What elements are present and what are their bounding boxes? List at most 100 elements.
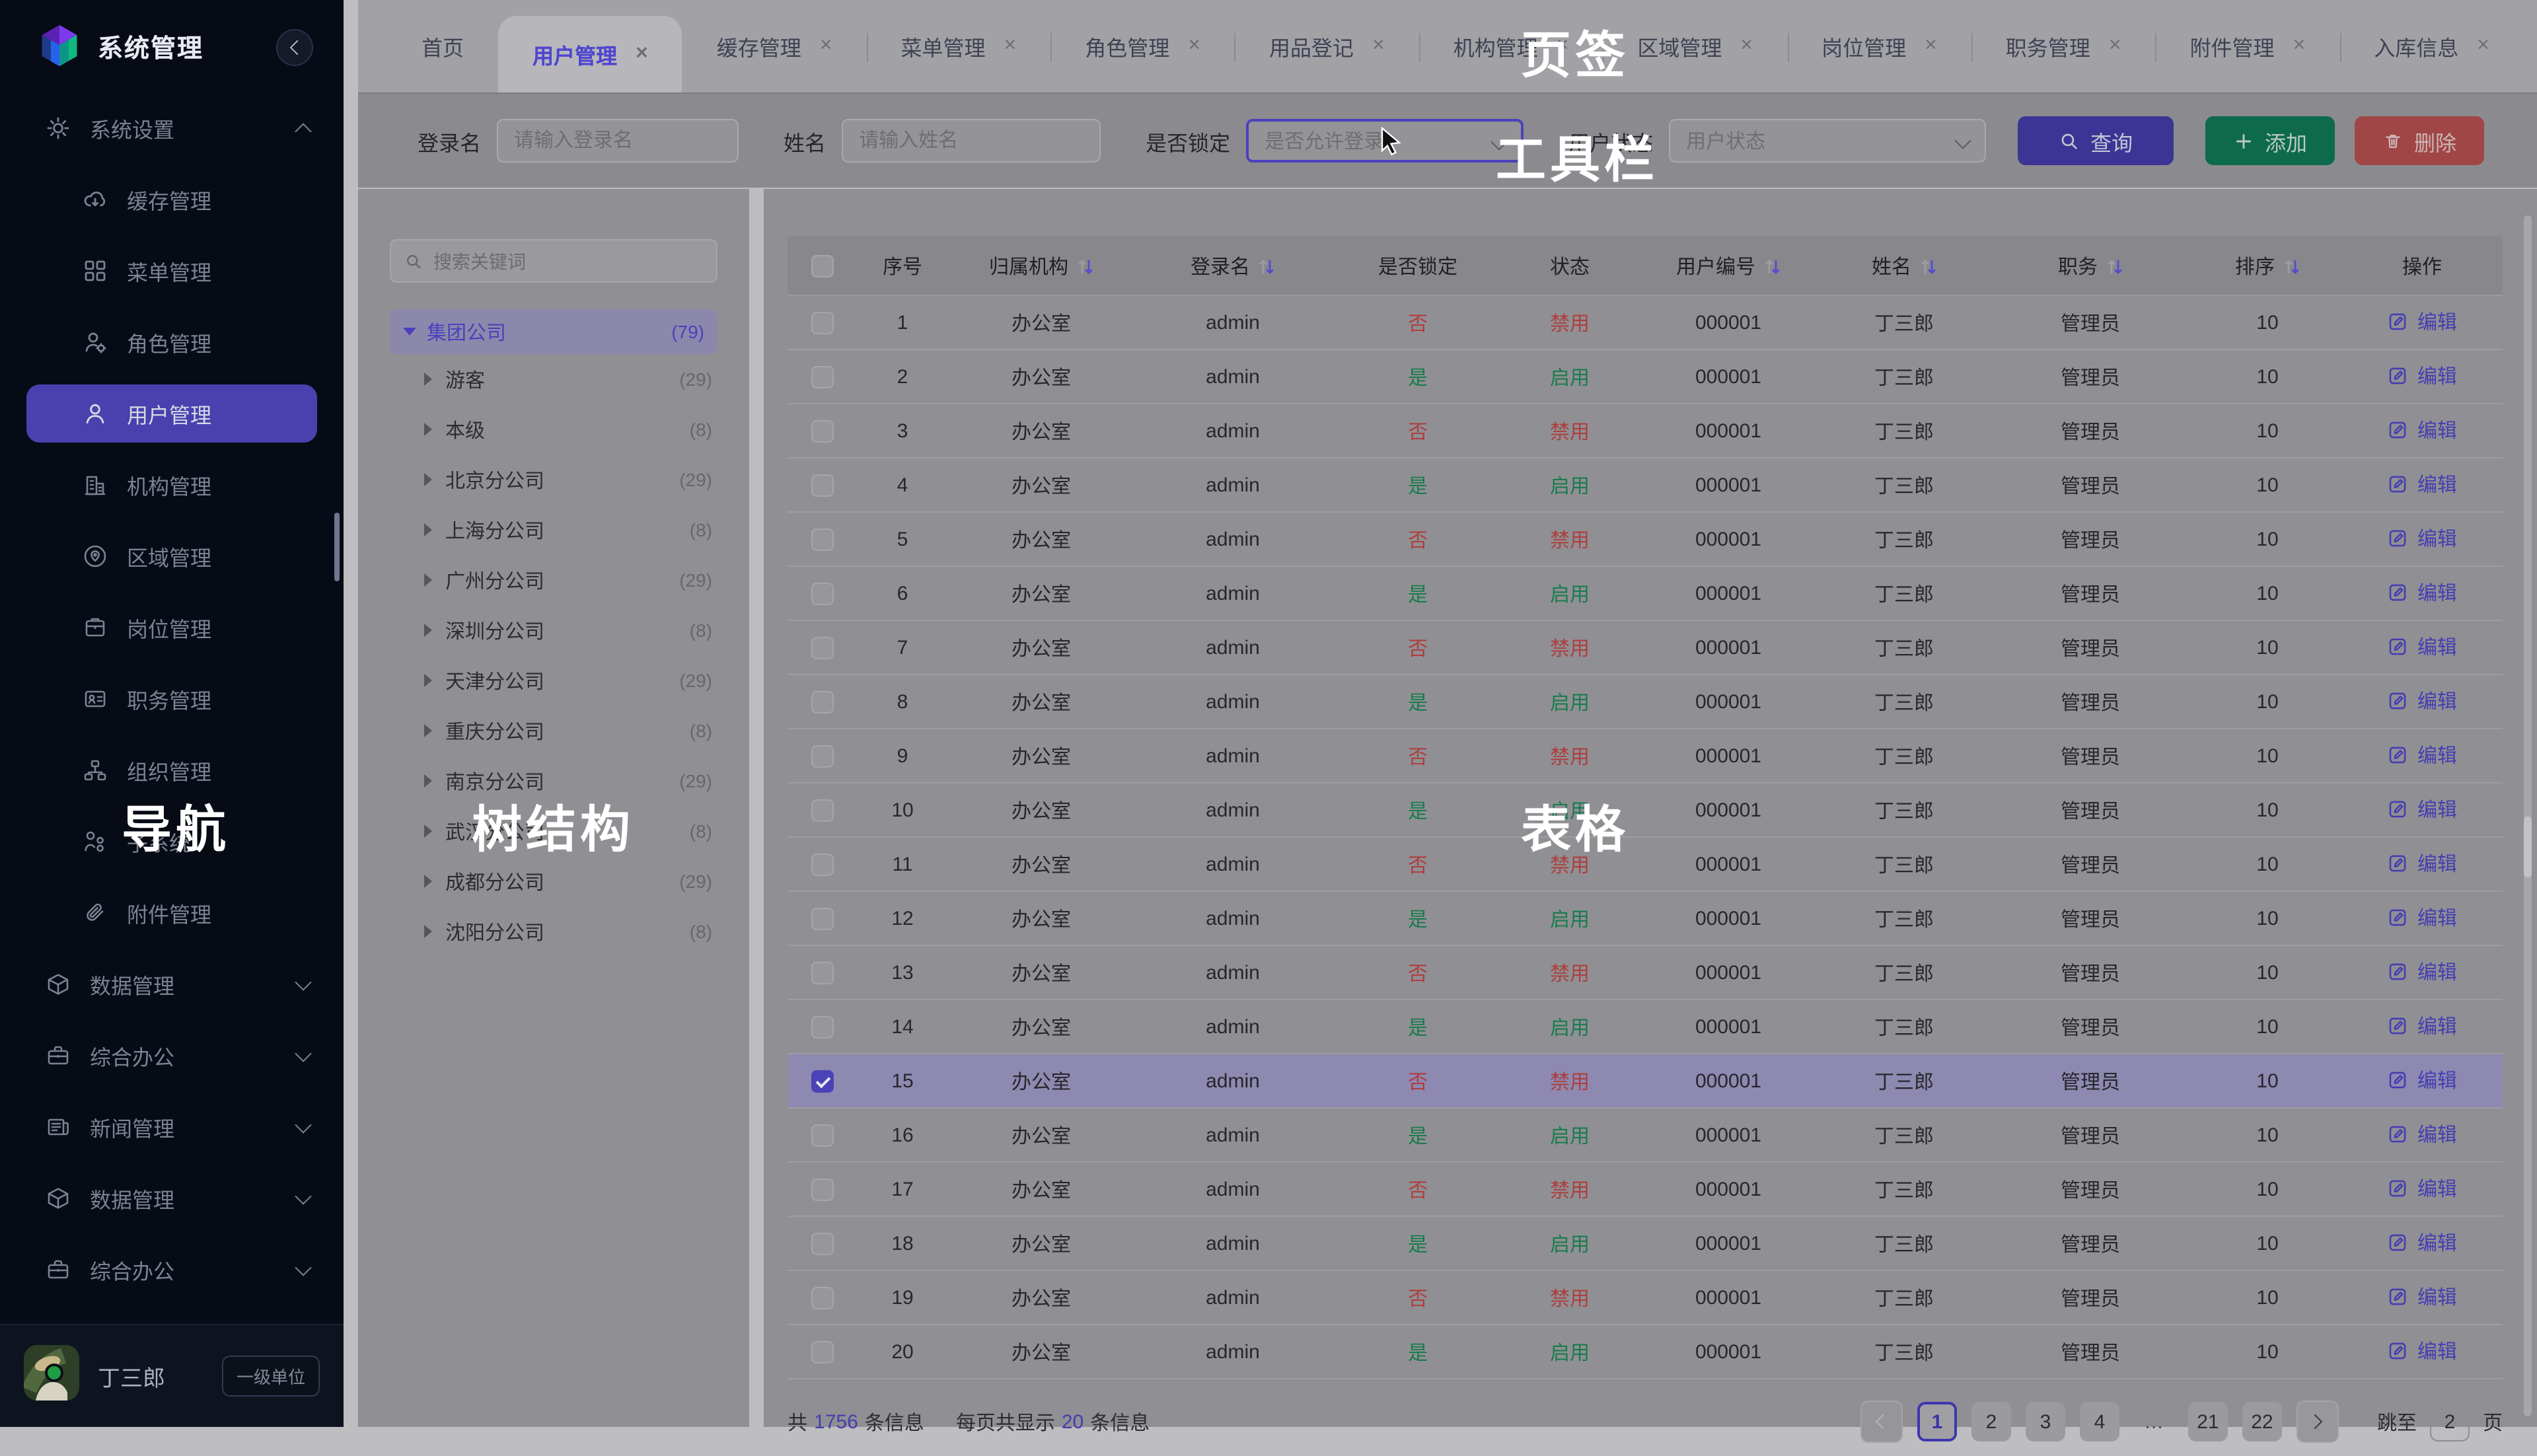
sidebar-item[interactable]: 系统设置 <box>0 92 344 164</box>
edit-button[interactable]: 编辑 <box>2387 1336 2457 1364</box>
row-checkbox[interactable] <box>811 1124 833 1147</box>
close-tab-icon[interactable] <box>1925 36 1937 57</box>
table-row[interactable]: 12 办公室 admin 是 启用 000001 丁三郎 管理员 10 编辑 <box>788 891 2503 945</box>
row-checkbox[interactable] <box>811 691 833 713</box>
table-row[interactable]: 8 办公室 admin 是 启用 000001 丁三郎 管理员 10 编辑 <box>788 674 2503 729</box>
row-checkbox[interactable] <box>811 1341 833 1364</box>
add-button[interactable]: 添加 <box>2205 116 2335 165</box>
row-checkbox[interactable] <box>811 583 833 605</box>
column-header[interactable]: 是否锁定 <box>1332 237 1504 295</box>
sidebar-item[interactable]: 菜单管理 <box>0 235 344 307</box>
tab[interactable]: 入库信息 <box>2339 0 2524 92</box>
next-page-button[interactable] <box>2297 1401 2339 1443</box>
sidebar-item[interactable]: 职务管理 <box>0 663 344 735</box>
edit-button[interactable]: 编辑 <box>2387 470 2457 497</box>
page-button[interactable]: 4 <box>2080 1402 2119 1441</box>
tab[interactable]: 首页 <box>387 0 498 92</box>
row-checkbox[interactable] <box>811 420 833 443</box>
edit-button[interactable]: 编辑 <box>2387 1066 2457 1093</box>
tree-search-box[interactable]: 搜索关键词 <box>390 239 717 283</box>
sidebar-item[interactable]: 综合办公 <box>0 1234 344 1305</box>
tree-node[interactable]: 成都分公司 (29) <box>390 856 717 906</box>
table-row[interactable]: 7 办公室 admin 否 禁用 000001 丁三郎 管理员 10 编辑 <box>788 620 2503 674</box>
close-tab-icon[interactable] <box>820 36 832 57</box>
sidebar-item[interactable]: 区域管理 <box>0 521 344 592</box>
column-header[interactable]: 状态 <box>1504 237 1636 295</box>
name-input[interactable] <box>842 119 1101 163</box>
table-row[interactable]: 5 办公室 admin 否 禁用 000001 丁三郎 管理员 10 编辑 <box>788 512 2503 566</box>
close-tab-icon[interactable] <box>636 44 648 65</box>
table-row[interactable]: 1 办公室 admin 否 禁用 000001 丁三郎 管理员 10 编辑 <box>788 295 2503 349</box>
table-scrollbar-thumb[interactable] <box>2524 817 2532 877</box>
tab[interactable]: 角色管理 <box>1050 0 1235 92</box>
table-row[interactable]: 16 办公室 admin 是 启用 000001 丁三郎 管理员 10 编辑 <box>788 1108 2503 1162</box>
sort-icon[interactable] <box>2283 256 2300 275</box>
edit-button[interactable]: 编辑 <box>2387 1228 2457 1256</box>
edit-button[interactable]: 编辑 <box>2387 903 2457 931</box>
query-button[interactable]: 查询 <box>2018 116 2174 165</box>
edit-button[interactable]: 编辑 <box>2387 416 2457 443</box>
row-checkbox[interactable] <box>811 366 833 388</box>
edit-button[interactable]: 编辑 <box>2387 849 2457 877</box>
column-header[interactable]: 登录名 <box>1134 237 1332 295</box>
table-row[interactable]: 9 办公室 admin 否 禁用 000001 丁三郎 管理员 10 编辑 <box>788 729 2503 783</box>
row-checkbox[interactable] <box>811 1179 833 1201</box>
column-header[interactable]: 用户编号 <box>1636 237 1821 295</box>
page-button[interactable]: 22 <box>2242 1402 2282 1441</box>
sidebar-item[interactable]: 综合办公 <box>0 1020 344 1091</box>
row-checkbox[interactable] <box>811 962 833 984</box>
sidebar-item[interactable]: 机构管理 <box>0 449 344 521</box>
tab[interactable]: 区域管理 <box>1603 0 1787 92</box>
tree-node[interactable]: 北京分公司 (29) <box>390 455 717 505</box>
sidebar-item[interactable]: 数据管理 <box>0 1163 344 1234</box>
close-tab-icon[interactable] <box>1188 36 1200 57</box>
row-checkbox[interactable] <box>811 908 833 930</box>
table-row[interactable]: 14 办公室 admin 是 启用 000001 丁三郎 管理员 10 编辑 <box>788 1000 2503 1054</box>
edit-button[interactable]: 编辑 <box>2387 686 2457 714</box>
table-row[interactable]: 20 办公室 admin 是 启用 000001 丁三郎 管理员 10 编辑 <box>788 1325 2503 1379</box>
user-unit-badge[interactable]: 一级单位 <box>222 1356 320 1397</box>
sidebar-item[interactable]: 数据管理 <box>0 949 344 1020</box>
table-row[interactable]: 4 办公室 admin 是 启用 000001 丁三郎 管理员 10 编辑 <box>788 458 2503 512</box>
table-scrollbar-track[interactable] <box>2524 215 2532 1416</box>
row-checkbox[interactable] <box>811 745 833 768</box>
table-row[interactable]: 3 办公室 admin 否 禁用 000001 丁三郎 管理员 10 编辑 <box>788 404 2503 458</box>
tab[interactable]: 缓存管理 <box>682 0 867 92</box>
row-checkbox[interactable] <box>811 1070 833 1093</box>
page-button[interactable]: 3 <box>2026 1402 2065 1441</box>
status-select[interactable]: 用户状态 <box>1669 119 1986 163</box>
tree-node[interactable]: 游客 (29) <box>390 354 717 404</box>
tab[interactable]: 用户管理 <box>498 16 682 92</box>
tab[interactable]: 职务管理 <box>1971 0 2156 92</box>
row-checkbox[interactable] <box>811 799 833 822</box>
sidebar-item[interactable]: 新闻管理 <box>0 1091 344 1163</box>
user-block[interactable]: 丁三郎 一级单位 <box>0 1324 344 1427</box>
edit-button[interactable]: 编辑 <box>2387 741 2457 768</box>
column-header[interactable]: 职务 <box>1987 237 2193 295</box>
edit-button[interactable]: 编辑 <box>2387 578 2457 606</box>
tab[interactable]: 菜单管理 <box>866 0 1050 92</box>
sort-icon[interactable] <box>1763 256 1781 275</box>
edit-button[interactable]: 编辑 <box>2387 524 2457 552</box>
sort-icon[interactable] <box>1258 256 1275 275</box>
table-row[interactable]: 2 办公室 admin 是 启用 000001 丁三郎 管理员 10 编辑 <box>788 349 2503 404</box>
column-header[interactable]: 姓名 <box>1821 237 1987 295</box>
row-checkbox[interactable] <box>811 637 833 659</box>
delete-button[interactable]: 删除 <box>2355 116 2484 165</box>
row-checkbox[interactable] <box>811 1287 833 1309</box>
tab[interactable]: 附件管理 <box>2156 0 2340 92</box>
tree-node[interactable]: 天津分公司 (29) <box>390 655 717 706</box>
edit-button[interactable]: 编辑 <box>2387 632 2457 660</box>
table-row[interactable]: 18 办公室 admin 是 启用 000001 丁三郎 管理员 10 编辑 <box>788 1216 2503 1270</box>
sidebar-item[interactable]: 附件管理 <box>0 877 344 949</box>
select-all-checkbox[interactable] <box>811 255 833 277</box>
tab[interactable]: 用品登记 <box>1235 0 1419 92</box>
table-row[interactable]: 6 办公室 admin 是 启用 000001 丁三郎 管理员 10 编辑 <box>788 566 2503 620</box>
sidebar-scrollbar-thumb[interactable] <box>334 513 340 581</box>
table-row[interactable]: 19 办公室 admin 否 禁用 000001 丁三郎 管理员 10 编辑 <box>788 1270 2503 1325</box>
table-row[interactable]: 11 办公室 admin 否 禁用 000001 丁三郎 管理员 10 编辑 <box>788 837 2503 891</box>
edit-button[interactable]: 编辑 <box>2387 957 2457 985</box>
edit-button[interactable]: 编辑 <box>2387 795 2457 822</box>
sidebar-item[interactable]: 缓存管理 <box>0 164 344 235</box>
sidebar-item[interactable]: 岗位管理 <box>0 592 344 663</box>
